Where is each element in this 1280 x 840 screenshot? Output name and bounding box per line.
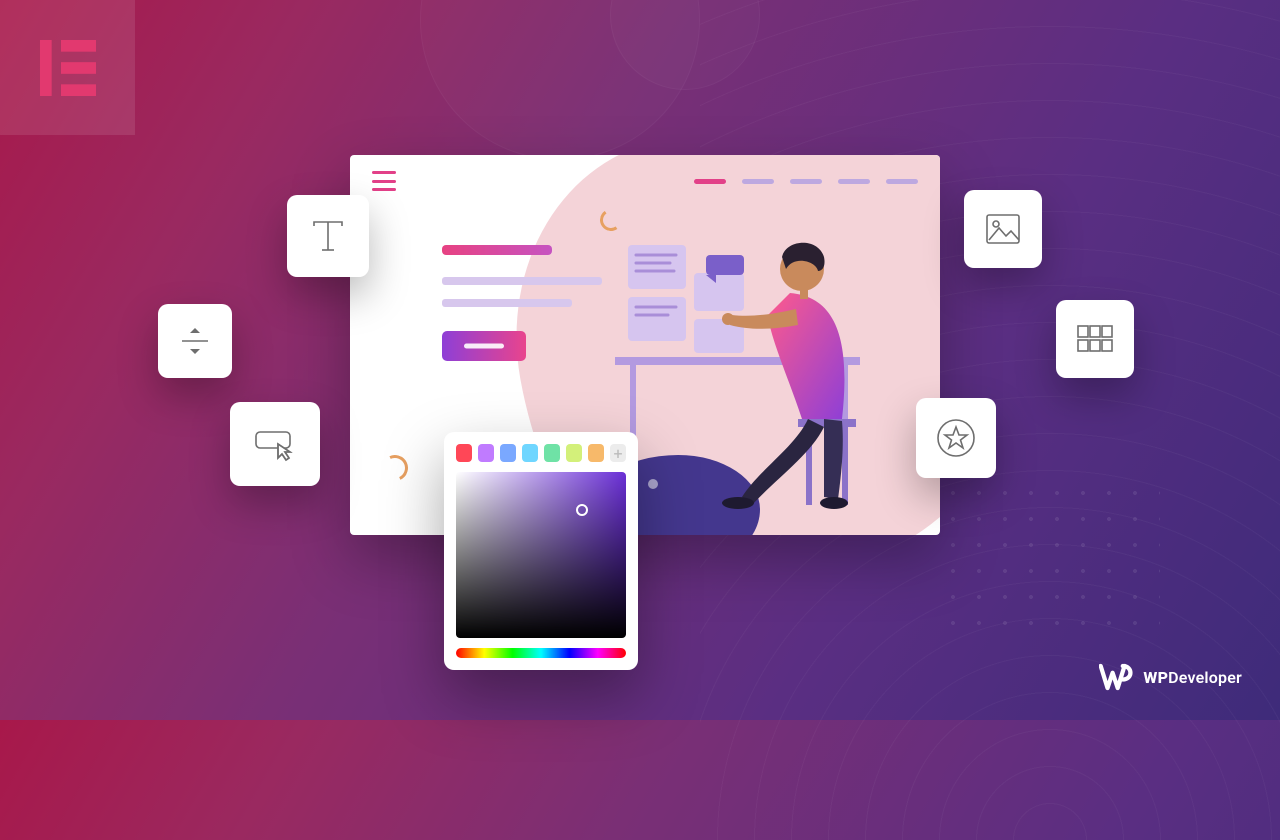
background-dots <box>940 480 1160 640</box>
brand-text: WPDeveloper <box>1143 668 1242 687</box>
mockup-hero-text <box>442 245 622 361</box>
text-icon <box>308 216 348 256</box>
mockup-text-line <box>442 299 572 307</box>
color-picker[interactable]: + <box>444 432 638 670</box>
nav-item[interactable] <box>790 179 822 184</box>
nav-item[interactable] <box>886 179 918 184</box>
grid-icon <box>1076 324 1114 354</box>
star-widget-card[interactable] <box>916 398 996 478</box>
loader-icon <box>378 451 411 484</box>
mockup-heading <box>442 245 552 255</box>
elementor-icon <box>33 33 103 103</box>
mockup-cta-button[interactable] <box>442 331 526 361</box>
mockup-nav <box>694 179 918 184</box>
spacer-widget-card[interactable] <box>158 304 232 378</box>
color-swatch[interactable] <box>478 444 494 462</box>
color-cursor[interactable] <box>576 504 588 516</box>
color-swatch-row: + <box>456 444 626 462</box>
wpdeveloper-logo: WPDeveloper <box>1099 662 1242 692</box>
color-swatch[interactable] <box>500 444 516 462</box>
image-icon <box>984 212 1022 246</box>
star-icon <box>935 417 977 459</box>
gallery-widget-card[interactable] <box>1056 300 1134 378</box>
color-swatch[interactable] <box>522 444 538 462</box>
mockup-text-line <box>442 277 602 285</box>
image-widget-card[interactable] <box>964 190 1042 268</box>
color-swatch[interactable] <box>544 444 560 462</box>
add-swatch-button[interactable]: + <box>610 444 626 462</box>
elementor-logo <box>0 0 135 135</box>
mockup-header <box>372 171 918 191</box>
nav-item[interactable] <box>838 179 870 184</box>
color-swatch[interactable] <box>566 444 582 462</box>
website-mockup <box>350 155 940 535</box>
button-widget-card[interactable] <box>230 402 320 486</box>
hue-slider[interactable] <box>456 648 626 658</box>
color-swatch[interactable] <box>588 444 604 462</box>
nav-item[interactable] <box>742 179 774 184</box>
designer-illustration <box>610 197 900 517</box>
text-widget-card[interactable] <box>287 195 369 277</box>
button-icon <box>252 424 298 464</box>
nav-item[interactable] <box>694 179 726 184</box>
spacer-icon <box>178 324 212 358</box>
color-saturation-area[interactable] <box>456 472 626 638</box>
hamburger-icon[interactable] <box>372 171 396 191</box>
brand-mark-icon <box>1099 662 1133 692</box>
color-swatch[interactable] <box>456 444 472 462</box>
